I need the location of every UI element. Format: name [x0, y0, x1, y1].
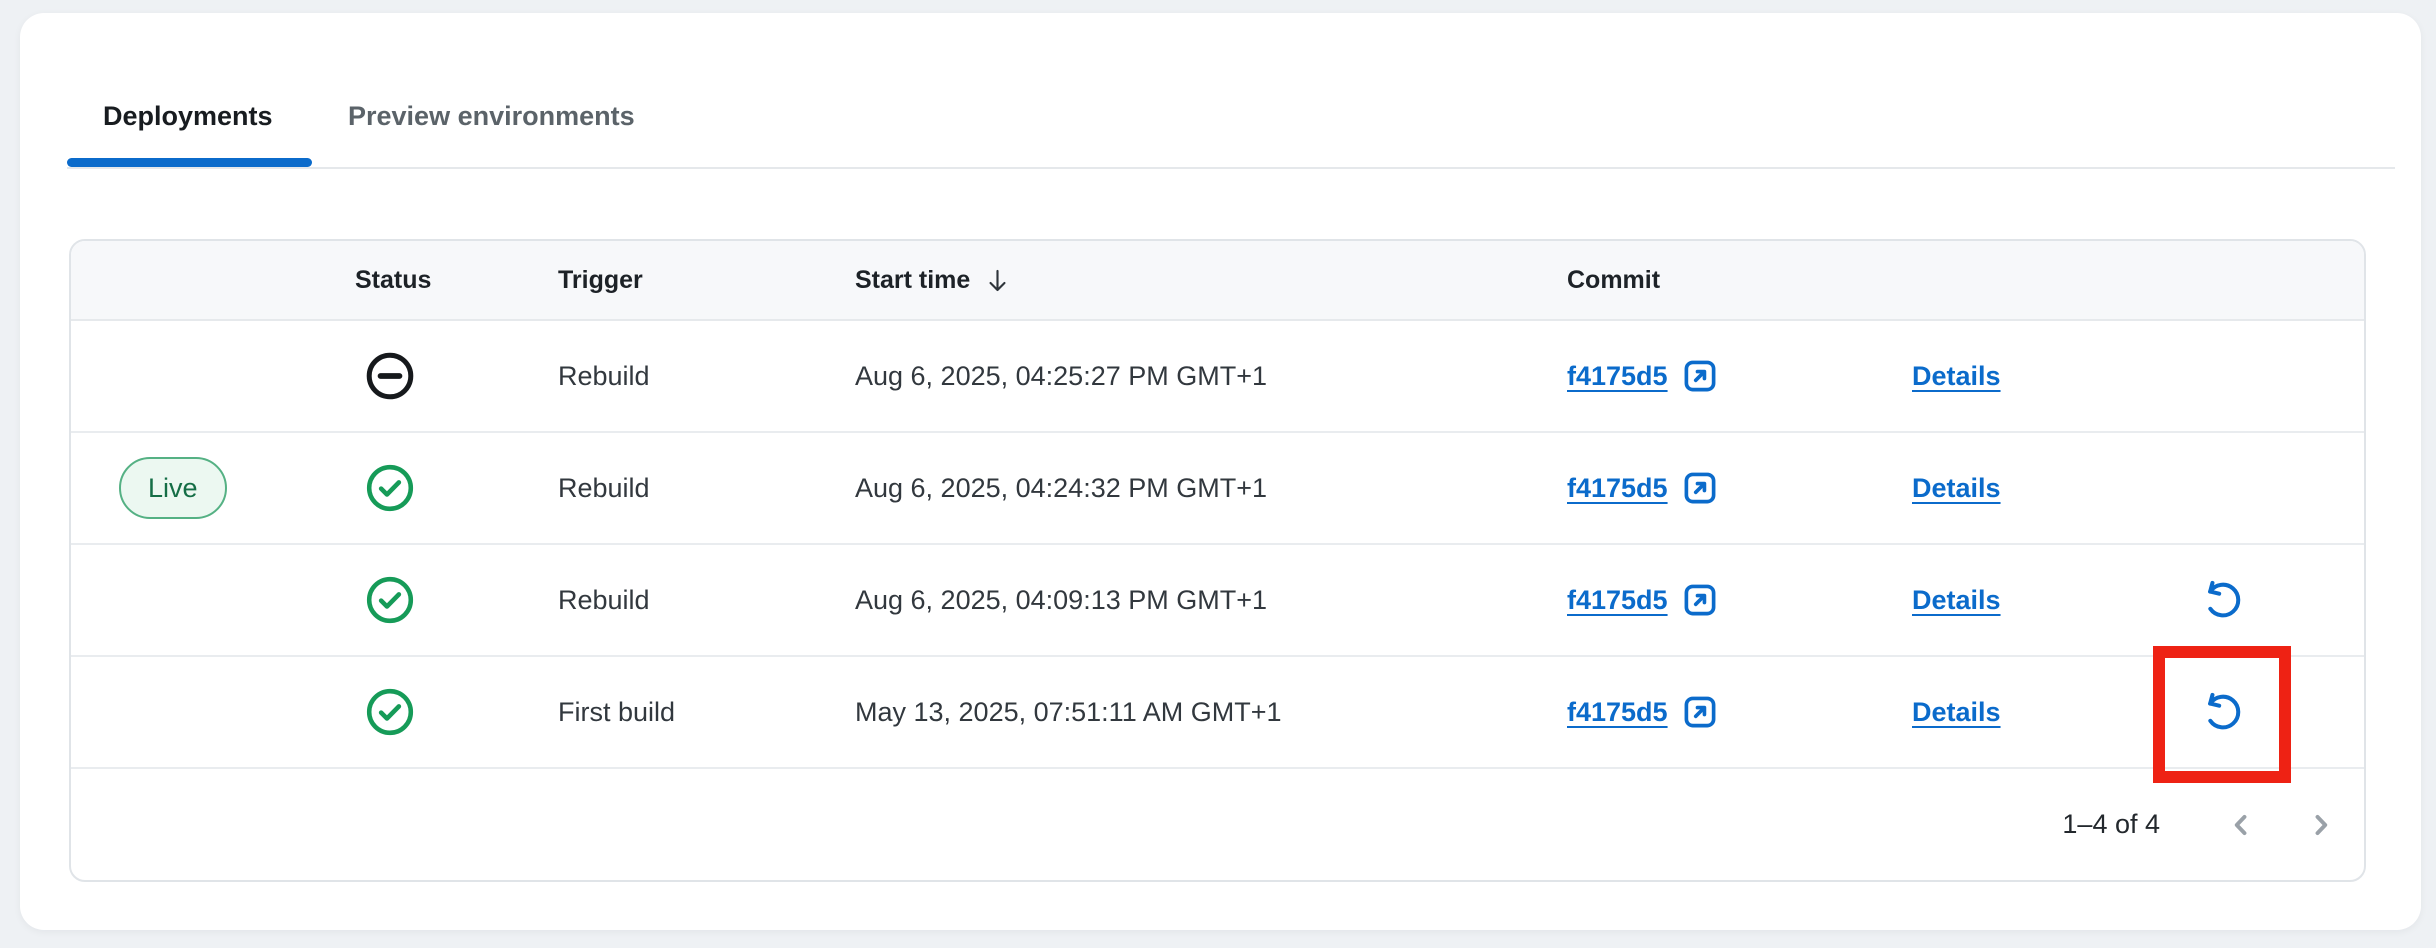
check-circle-icon — [364, 462, 416, 514]
start-time-cell: Aug 6, 2025, 04:25:27 PM GMT+1 — [855, 361, 1567, 392]
table-row: Live Rebuild Aug 6, 2025, 04:24:32 PM GM… — [71, 433, 2364, 545]
pagination-prev-button[interactable] — [2219, 803, 2263, 847]
details-link[interactable]: Details — [1912, 473, 2001, 503]
live-status-badge: Live — [119, 457, 227, 519]
commit-link[interactable]: f4175d5 — [1567, 585, 1668, 616]
trigger-cell: First build — [558, 697, 855, 728]
minus-circle-icon — [364, 350, 416, 402]
pagination-range-label: 1–4 of 4 — [2062, 809, 2160, 840]
active-tab-underline — [67, 158, 312, 167]
table-pagination: 1–4 of 4 — [71, 769, 2364, 880]
deployments-table: Status Trigger Start time Commit — [69, 239, 2366, 882]
tabs-divider — [67, 167, 2395, 169]
open-in-new-icon[interactable] — [1681, 357, 1719, 395]
check-circle-icon — [364, 574, 416, 626]
commit-link[interactable]: f4175d5 — [1567, 473, 1668, 504]
status-cell — [321, 350, 558, 402]
start-time-header-label: Start time — [855, 266, 970, 295]
open-in-new-icon[interactable] — [1681, 581, 1719, 619]
status-cell — [321, 686, 558, 738]
header-cell-trigger: Trigger — [558, 266, 855, 295]
retry-button[interactable] — [2200, 689, 2246, 735]
pagination-next-button[interactable] — [2299, 803, 2343, 847]
table-header-row: Status Trigger Start time Commit — [71, 241, 2364, 321]
sort-descending-icon — [984, 267, 1011, 294]
chevron-left-icon — [2226, 810, 2256, 840]
rotate-left-icon — [2200, 577, 2246, 623]
start-time-cell: May 13, 2025, 07:51:11 AM GMT+1 — [855, 697, 1567, 728]
table-row: First build May 13, 2025, 07:51:11 AM GM… — [71, 657, 2364, 769]
status-cell — [321, 462, 558, 514]
header-cell-commit: Commit — [1567, 266, 1912, 295]
tab-preview-environments[interactable]: Preview environments — [348, 101, 635, 131]
details-link[interactable]: Details — [1912, 585, 2001, 615]
commit-link[interactable]: f4175d5 — [1567, 361, 1668, 392]
chevron-right-icon — [2306, 810, 2336, 840]
commit-link[interactable]: f4175d5 — [1567, 697, 1668, 728]
trigger-cell: Rebuild — [558, 473, 855, 504]
status-cell — [321, 574, 558, 626]
open-in-new-icon[interactable] — [1681, 469, 1719, 507]
check-circle-icon — [364, 686, 416, 738]
header-cell-status: Status — [321, 266, 558, 295]
start-time-cell: Aug 6, 2025, 04:09:13 PM GMT+1 — [855, 585, 1567, 616]
table-row: Rebuild Aug 6, 2025, 04:09:13 PM GMT+1 f… — [71, 545, 2364, 657]
trigger-cell: Rebuild — [558, 361, 855, 392]
deployments-panel: Deployments Preview environments Status … — [20, 13, 2421, 930]
rotate-left-icon — [2200, 689, 2246, 735]
retry-button[interactable] — [2200, 577, 2246, 623]
header-cell-start-time[interactable]: Start time — [855, 266, 1567, 295]
tab-deployments[interactable]: Deployments — [103, 101, 273, 131]
details-link[interactable]: Details — [1912, 361, 2001, 391]
trigger-cell: Rebuild — [558, 585, 855, 616]
open-in-new-icon[interactable] — [1681, 693, 1719, 731]
start-time-cell: Aug 6, 2025, 04:24:32 PM GMT+1 — [855, 473, 1567, 504]
details-link[interactable]: Details — [1912, 697, 2001, 727]
table-row: Rebuild Aug 6, 2025, 04:25:27 PM GMT+1 f… — [71, 321, 2364, 433]
